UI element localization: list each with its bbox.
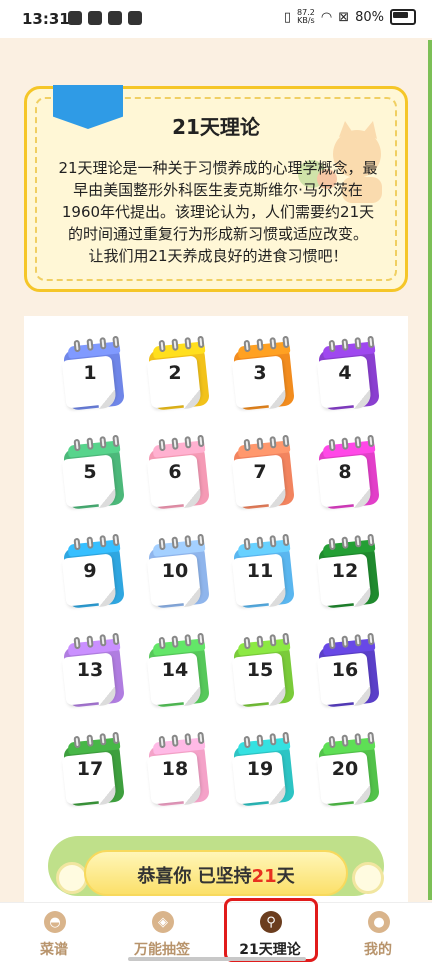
intro-line: 1960年代提出。该理论认为，人们需要约21天 — [61, 203, 375, 221]
streak-days: 21 — [251, 866, 277, 887]
calendar-day-number: 11 — [246, 560, 274, 582]
nav-label: 我的 — [364, 942, 392, 958]
congrats-text: 恭喜你 已坚持21天 — [137, 866, 295, 887]
calendar-day-number: 14 — [161, 659, 189, 681]
vibrate-icon: ▯ — [283, 9, 292, 25]
calendar-day-20[interactable]: 20 — [316, 731, 381, 808]
calendar-day-15[interactable]: 15 — [231, 632, 296, 709]
calendar-day-number: 12 — [331, 560, 359, 582]
calendar-day-12[interactable]: 12 — [316, 533, 381, 610]
calendar-day-17[interactable]: 17 — [61, 731, 126, 808]
intro-line: 早由美国整形外科医生麦克斯维尔·马尔茨在 — [73, 181, 363, 199]
calendar-day-16[interactable]: 16 — [316, 632, 381, 709]
calendar-day-8[interactable]: 8 — [316, 434, 381, 511]
flower-icon — [352, 862, 384, 894]
intro-title: 21天理论 — [172, 115, 260, 139]
calendar-day-number: 3 — [253, 362, 267, 384]
calendar-day-number: 1 — [83, 362, 97, 384]
notification-app-icon — [68, 11, 82, 25]
calendar-day-number: 10 — [161, 560, 189, 582]
calendar-day-5[interactable]: 5 — [61, 434, 126, 511]
battery-icon — [390, 9, 416, 25]
calendar-day-number: 9 — [83, 560, 97, 582]
calendar-day-number: 15 — [246, 659, 274, 681]
calendar-day-number: 4 — [338, 362, 352, 384]
calendar-day-19[interactable]: 19 — [231, 731, 296, 808]
intro-line: 21天理论是一种关于习惯养成的心理学概念，最 — [58, 159, 378, 177]
nav-item-draw[interactable]: ◈ 万能抽签 — [108, 903, 216, 965]
tag-icon: ◈ — [152, 911, 174, 933]
calendar-day-11[interactable]: 11 — [231, 533, 296, 610]
sim-icon: ⊠ — [338, 9, 350, 25]
calendar-day-7[interactable]: 7 — [231, 434, 296, 511]
intro-text: 21天理论是一种关于习惯养成的心理学概念，最 早由美国整形外科医生麦克斯维尔·马… — [55, 157, 381, 267]
network-speed: 87.2 KB/s — [297, 8, 315, 25]
battery-percent: 80% — [355, 9, 384, 25]
calendar-day-3[interactable]: 3 — [231, 335, 296, 412]
calendar-day-number: 13 — [76, 659, 104, 681]
calendar-day-number: 16 — [331, 659, 359, 681]
notification-app-icon — [108, 11, 122, 25]
calendar-day-number: 7 — [253, 461, 267, 483]
calendar-day-10[interactable]: 10 — [146, 533, 211, 610]
intro-line: 的时间通过重复行为形成新习惯或适应改变。 — [67, 225, 368, 243]
nav-item-profile[interactable]: ● 我的 — [324, 903, 432, 965]
calendar-day-13[interactable]: 13 — [61, 632, 126, 709]
calendar-day-number: 6 — [168, 461, 182, 483]
notification-icons — [68, 11, 142, 25]
calendar-day-9[interactable]: 9 — [61, 533, 126, 610]
calendar-day-number: 5 — [83, 461, 97, 483]
status-time: 13:31 — [22, 10, 70, 28]
calendar-day-14[interactable]: 14 — [146, 632, 211, 709]
intro-line: 让我们用21天养成良好的进食习惯吧！ — [88, 247, 348, 265]
bottom-nav: ◓ 菜谱 ◈ 万能抽签 ⚲ 21天理论 ● 我的 — [0, 902, 432, 965]
status-bar: 13:31 ▯ 87.2 KB/s ◠ ⊠ 80% — [0, 0, 432, 38]
calendar-day-number: 17 — [76, 758, 104, 780]
calendar-day-number: 19 — [246, 758, 274, 780]
calendar-day-6[interactable]: 6 — [146, 434, 211, 511]
nav-label: 万能抽签 — [134, 942, 190, 958]
calendar-day-number: 2 — [168, 362, 182, 384]
user-icon: ● — [368, 911, 390, 933]
home-indicator — [128, 957, 306, 961]
calendar-day-2[interactable]: 2 — [146, 335, 211, 412]
calendar-day-number: 20 — [331, 758, 359, 780]
chef-hat-icon: ◓ — [44, 911, 66, 933]
calendar-day-1[interactable]: 1 — [61, 335, 126, 412]
wifi-icon: ◠ — [320, 9, 333, 25]
calendar-day-number: 8 — [338, 461, 352, 483]
nav-label: 菜谱 — [40, 942, 68, 958]
active-tab-highlight — [224, 898, 318, 962]
intro-card: 21天理论 21天理论是一种关于习惯养成的心理学概念，最 早由美国整形外科医生麦… — [24, 85, 408, 292]
calendar-day-4[interactable]: 4 — [316, 335, 381, 412]
calendar-day-18[interactable]: 18 — [146, 731, 211, 808]
notification-app-icon — [88, 11, 102, 25]
nav-item-recipes[interactable]: ◓ 菜谱 — [0, 903, 108, 965]
scroll-indicator — [428, 40, 432, 900]
calendar-day-number: 18 — [161, 758, 189, 780]
notification-app-icon — [128, 11, 142, 25]
